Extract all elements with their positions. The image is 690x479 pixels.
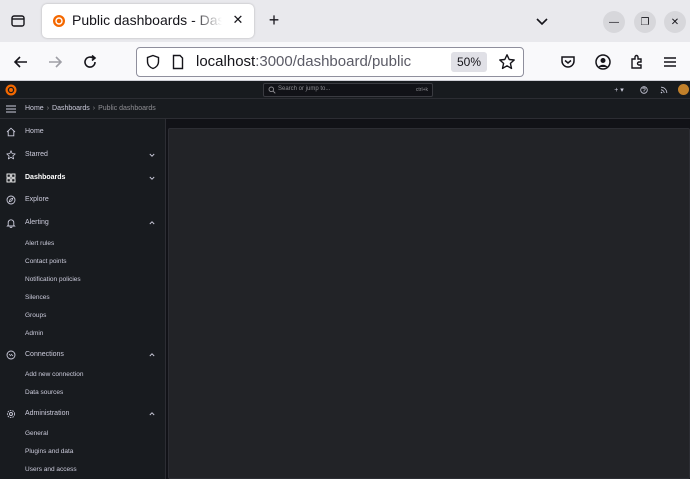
minimize-window-icon[interactable]: —	[603, 11, 625, 33]
extensions-icon[interactable]	[627, 52, 647, 72]
forward-arrow-icon[interactable]	[45, 52, 65, 72]
sidebar-item-dashboards[interactable]: Dashboards	[0, 169, 166, 187]
main-content-panel	[168, 128, 690, 479]
sidebar-item-connections[interactable]: Connections	[0, 346, 166, 364]
chevron-up-icon[interactable]	[148, 410, 156, 418]
news-feed-icon[interactable]	[659, 84, 669, 96]
breadcrumb-current: Public dashboards	[98, 105, 156, 112]
sidebar-subitem-notification-policies[interactable]: Notification policies	[0, 272, 166, 288]
tab-title: Public dashboards - Dashboards - Grafana	[72, 12, 222, 28]
sidebar-subitem-label: Groups	[25, 312, 47, 319]
bookmark-star-icon[interactable]	[498, 53, 516, 71]
sidebar-subitem-label: Silences	[25, 294, 50, 301]
url-text: localhost:3000/dashboard/public	[196, 53, 411, 70]
sidebar-item-label: Home	[25, 128, 44, 135]
sidebar-subitem-silences[interactable]: Silences	[0, 290, 166, 306]
breadcrumb-separator: ›	[46, 105, 50, 112]
grafana-top-bar: Search or jump to... ctrl+k + ▾	[0, 81, 690, 99]
gear-icon	[6, 409, 16, 419]
sidebar-subitem-label: General	[25, 430, 49, 437]
url-bar[interactable]: localhost:3000/dashboard/public 50%	[136, 47, 524, 77]
search-input[interactable]: Search or jump to... ctrl+k	[263, 83, 433, 97]
browser-tab-active[interactable]: Public dashboards - Dashboards - Grafana…	[42, 4, 254, 38]
connections-icon	[6, 350, 16, 360]
zoom-level-badge[interactable]: 50%	[451, 52, 487, 72]
shield-icon[interactable]	[145, 54, 161, 70]
sidebar-subitem-label: Admin	[25, 330, 44, 337]
sidebar-subitem-label: Users and access	[25, 466, 77, 473]
sidebar-subitem-label: Contact points	[25, 258, 67, 265]
sidebar-item-explore[interactable]: Explore	[0, 191, 166, 209]
breadcrumb-separator: ›	[92, 105, 96, 112]
back-arrow-icon[interactable]	[11, 52, 31, 72]
sidebar-item-administration[interactable]: Administration	[0, 405, 166, 423]
sidebar-subitem-data-sources[interactable]: Data sources	[0, 385, 166, 401]
search-placeholder: Search or jump to...	[278, 86, 331, 92]
sidebar-subitem-groups[interactable]: Groups	[0, 308, 166, 324]
sidebar-item-label: Administration	[25, 410, 70, 417]
chevron-down-icon[interactable]	[148, 151, 156, 159]
sidebar-subitem-label: Alert rules	[25, 240, 55, 247]
close-tab-icon[interactable]: ✕	[230, 12, 246, 28]
search-shortcut: ctrl+k	[415, 87, 428, 93]
sidebar: Home Starred Dashboards Explore Alerting…	[0, 119, 166, 479]
star-icon	[6, 150, 16, 160]
pocket-icon[interactable]	[558, 52, 578, 72]
chevron-up-icon[interactable]	[148, 219, 156, 227]
sidebar-subitem-label: Data sources	[25, 389, 64, 396]
sidebar-item-starred[interactable]: Starred	[0, 146, 166, 164]
grafana-favicon-icon	[53, 15, 65, 27]
sidebar-item-alerting[interactable]: Alerting	[0, 214, 166, 232]
url-host: localhost	[196, 53, 256, 70]
browser-nav-bar: localhost:3000/dashboard/public 50%	[0, 42, 690, 81]
browser-tab-bar: Public dashboards - Dashboards - Grafana…	[0, 0, 690, 42]
user-avatar[interactable]	[678, 84, 689, 95]
restore-window-icon[interactable]: ❐	[634, 11, 656, 33]
close-window-icon[interactable]: ✕	[664, 11, 686, 33]
sidebar-item-label: Starred	[25, 151, 48, 158]
new-menu-button[interactable]: + ▾	[610, 84, 628, 96]
menu-toggle-icon[interactable]	[6, 105, 16, 113]
search-icon	[268, 86, 276, 94]
app-menu-icon[interactable]	[660, 52, 680, 72]
chevron-down-icon[interactable]	[533, 12, 551, 30]
sidebar-subitem-plugins-and-data[interactable]: Plugins and data	[0, 444, 166, 460]
compass-icon	[6, 195, 16, 205]
grafana-app: Search or jump to... ctrl+k + ▾ Home › Das…	[0, 81, 690, 479]
sidebar-subitem-add-new-connection[interactable]: Add new connection	[0, 367, 166, 383]
breadcrumb: Home › Dashboards › Public dashboards	[25, 105, 156, 112]
sidebar-subitem-general[interactable]: General	[0, 426, 166, 442]
grafana-logo-icon[interactable]	[5, 84, 17, 96]
sidebar-item-label: Alerting	[25, 219, 49, 226]
sidebar-subitem-alert-rules[interactable]: Alert rules	[0, 236, 166, 252]
chevron-up-icon[interactable]	[148, 351, 156, 359]
bell-icon	[6, 219, 16, 228]
new-tab-icon[interactable]: +	[264, 11, 284, 31]
breadcrumb-home[interactable]: Home	[25, 105, 44, 112]
page-info-icon[interactable]	[170, 54, 186, 70]
sidebar-subitem-users-and-access[interactable]: Users and access	[0, 462, 166, 478]
sidebar-subitem-admin[interactable]: Admin	[0, 326, 166, 342]
sidebar-item-home[interactable]: Home	[0, 123, 166, 141]
url-path: :3000/dashboard/public	[255, 53, 412, 70]
chevron-down-icon[interactable]	[148, 174, 156, 182]
sidebar-item-label: Connections	[25, 351, 64, 358]
home-icon	[6, 127, 16, 137]
reload-icon[interactable]	[80, 52, 100, 72]
sidebar-subitem-contact-points[interactable]: Contact points	[0, 254, 166, 270]
dashboards-grid-icon	[6, 173, 16, 183]
sidebar-subitem-label: Plugins and data	[25, 448, 74, 455]
tab-list-icon[interactable]	[8, 11, 28, 31]
breadcrumb-dashboards[interactable]: Dashboards	[52, 105, 90, 112]
help-icon[interactable]	[639, 84, 649, 96]
sidebar-subitem-label: Add new connection	[25, 371, 84, 378]
sidebar-subitem-label: Notification policies	[25, 276, 81, 283]
account-icon[interactable]	[593, 52, 613, 72]
sidebar-item-label: Dashboards	[25, 174, 66, 181]
sidebar-item-label: Explore	[25, 196, 49, 203]
breadcrumb-bar: Home › Dashboards › Public dashboards	[0, 99, 690, 119]
